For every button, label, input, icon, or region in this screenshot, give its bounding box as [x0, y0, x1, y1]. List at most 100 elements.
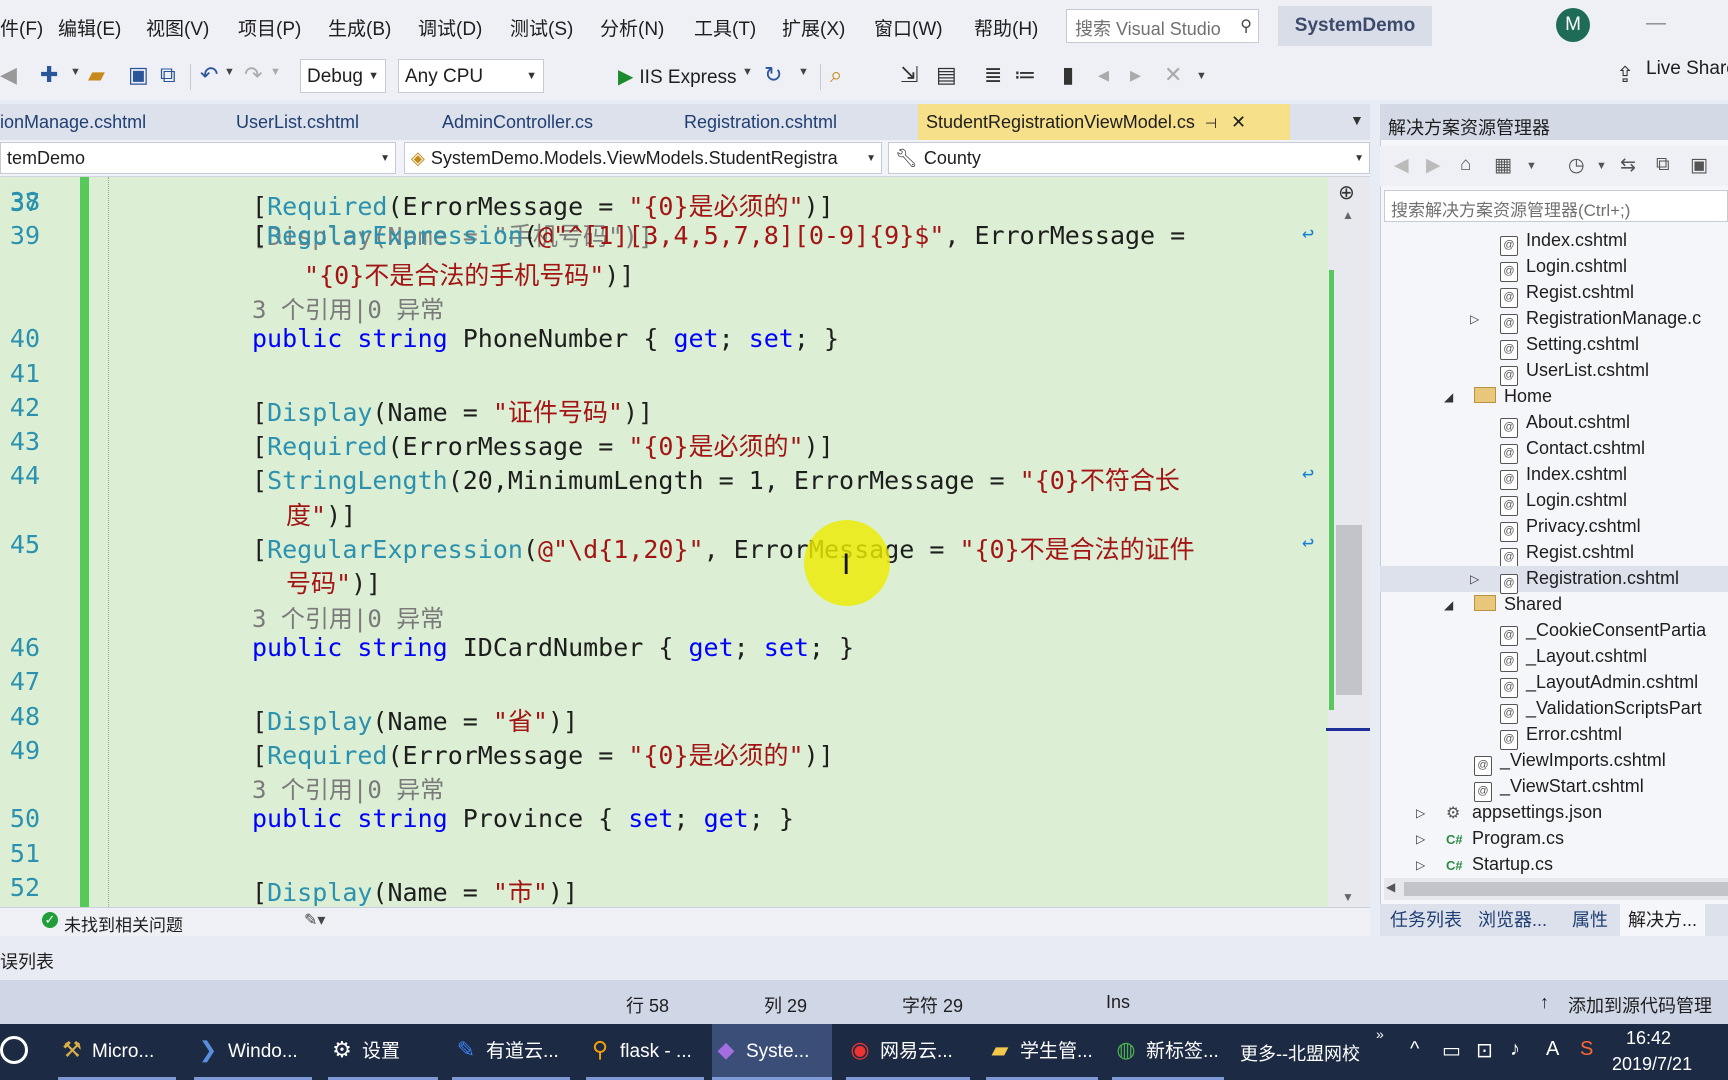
tree-item[interactable]: @ Contact.cshtml — [1380, 436, 1728, 464]
scroll-thumb[interactable] — [1336, 525, 1362, 695]
cortana-icon[interactable] — [0, 1036, 28, 1064]
redo-icon[interactable]: ↷ — [244, 62, 262, 88]
forward-icon[interactable]: ▶ — [1426, 154, 1441, 177]
solution-explorer-tab[interactable]: 解决方... — [1620, 904, 1706, 936]
battery-icon[interactable]: ▭ — [1442, 1038, 1461, 1063]
menu-item[interactable]: 件(F) — [0, 14, 43, 41]
app-tray-icon[interactable]: S — [1580, 1038, 1593, 1061]
menu-item[interactable]: 扩展(X) — [782, 14, 845, 41]
tree-item[interactable]: @ _LayoutAdmin.cshtml — [1380, 670, 1728, 698]
chevron-down-icon[interactable]: ▼ — [270, 66, 281, 78]
tab-registration-manage[interactable]: ionManage.cshtml — [0, 104, 220, 140]
menu-item[interactable]: 分析(N) — [600, 14, 664, 41]
brush-icon[interactable]: ✎▾ — [304, 910, 325, 930]
collapse-all-icon[interactable]: ⧉ — [1656, 154, 1670, 176]
solution-explorer-tab[interactable]: 任务列表 — [1382, 904, 1470, 936]
platform-select[interactable]: Any CPU ▼ — [398, 59, 544, 93]
chevron-down-icon[interactable]: ▼ — [1526, 160, 1537, 172]
bookmark-icon[interactable]: ▮ — [1062, 62, 1074, 88]
back-icon[interactable]: ◀ — [0, 62, 17, 88]
volume-icon[interactable]: ♪ — [1510, 1038, 1520, 1061]
tree-item[interactable]: @ About.cshtml — [1380, 410, 1728, 438]
scroll-down-icon[interactable]: ▼ — [1342, 890, 1354, 904]
tree-item[interactable]: @ UserList.cshtml — [1380, 358, 1728, 386]
sync-icon[interactable]: ⇆ — [1620, 154, 1636, 177]
tree-item[interactable]: ▷ ⚙ appsettings.json — [1380, 800, 1728, 826]
tree-item[interactable]: ▷ C# Startup.cs — [1380, 852, 1728, 876]
split-icon[interactable]: ⊕ — [1338, 180, 1355, 205]
collapsed-icon[interactable]: ▷ — [1470, 312, 1479, 326]
scroll-up-icon[interactable]: ▲ — [1342, 208, 1354, 222]
tree-item[interactable]: ▷ @ Registration.cshtml — [1380, 566, 1728, 594]
code-editor[interactable]: 37 [Display(Name = "手机号码")] 38 [Required(… — [0, 177, 1328, 907]
refresh-icon[interactable]: ↻ — [764, 62, 782, 88]
collapsed-icon[interactable]: ▷ — [1416, 858, 1425, 872]
tree-item[interactable]: @ Setting.cshtml — [1380, 332, 1728, 360]
taskbar-item[interactable]: ⚒ Micro... — [58, 1024, 176, 1080]
menu-item[interactable]: 调试(D) — [418, 14, 482, 41]
live-share-button[interactable]: Live Share — [1646, 58, 1728, 80]
project-select[interactable]: temDemo ▼ — [0, 142, 396, 174]
indent-icon[interactable]: ≣ — [984, 62, 1002, 88]
prev-bookmark-icon[interactable]: ◂ — [1098, 62, 1109, 88]
codelens[interactable]: 3 个引用|0 异常 — [252, 770, 444, 805]
taskbar-item[interactable]: ✎ 有道云... — [452, 1024, 570, 1080]
more-label[interactable]: 更多--北盟网校 — [1240, 1040, 1360, 1066]
tree-item[interactable]: @ Error.cshtml — [1380, 722, 1728, 750]
chevron-down-icon[interactable]: ▼ — [1596, 160, 1607, 172]
tree-item[interactable]: @ Index.cshtml — [1380, 228, 1728, 256]
tab-student-registration-view-model[interactable]: StudentRegistrationViewModel.cs ⊣ ✕ — [918, 104, 1290, 140]
tab-overflow-icon[interactable]: ▼ — [1350, 112, 1364, 128]
network-icon[interactable]: ⊡ — [1476, 1038, 1493, 1063]
clock-date[interactable]: 2019/7/21 — [1612, 1054, 1692, 1075]
minimize-icon[interactable]: — — [1646, 12, 1666, 35]
tab-admin-controller[interactable]: AdminController.cs — [442, 104, 652, 140]
new-project-icon[interactable]: ✚ — [40, 62, 58, 88]
chevron-down-icon[interactable]: ▼ — [798, 66, 809, 78]
tab-registration[interactable]: Registration.cshtml — [684, 104, 894, 140]
chevron-down-icon[interactable]: ▼ — [224, 66, 235, 78]
menu-item[interactable]: 帮助(H) — [974, 14, 1038, 41]
show-all-icon[interactable]: ▣ — [1690, 154, 1708, 177]
tree-item[interactable]: @ _Layout.cshtml — [1380, 644, 1728, 672]
vs-search-input[interactable]: 搜索 Visual Studio ⚲ — [1066, 9, 1259, 43]
tree-item[interactable]: @ Privacy.cshtml — [1380, 514, 1728, 542]
tree-item[interactable]: @ _ViewImports.cshtml — [1380, 748, 1728, 776]
chevron-down-icon[interactable]: ▼ — [70, 66, 81, 78]
chevron-down-icon[interactable]: ▼ — [1196, 70, 1207, 82]
collapsed-icon[interactable]: ▷ — [1470, 572, 1479, 586]
ime-icon[interactable]: A — [1546, 1038, 1559, 1061]
tree-item[interactable]: ◢ Shared — [1380, 592, 1728, 618]
taskbar-item[interactable]: ◉ 网易云... — [846, 1024, 970, 1080]
source-control-button[interactable]: 添加到源代码管理 — [1568, 992, 1712, 1018]
tree-item[interactable]: @ Login.cshtml — [1380, 254, 1728, 282]
panel-title[interactable]: 误列表 — [0, 948, 54, 974]
taskbar-item[interactable]: ⚙ 设置 — [328, 1024, 438, 1080]
taskbar-item[interactable]: ❯ Windo... — [194, 1024, 312, 1080]
tab-user-list[interactable]: UserList.cshtml — [236, 104, 426, 140]
taskbar-item[interactable]: ▰ 学生管... — [986, 1024, 1098, 1080]
expanded-icon[interactable]: ◢ — [1444, 390, 1453, 404]
undo-icon[interactable]: ↶ — [200, 62, 218, 88]
menu-item[interactable]: 编辑(E) — [58, 14, 121, 41]
clear-bookmark-icon[interactable]: ✕ — [1164, 62, 1182, 88]
clock-time[interactable]: 16:42 — [1626, 1028, 1671, 1049]
tree-item[interactable]: @ Regist.cshtml — [1380, 280, 1728, 308]
type-select[interactable]: ◈ SystemDemo.Models.ViewModels.StudentReg… — [404, 142, 882, 174]
solution-search-input[interactable]: 搜索解决方案资源管理器(Ctrl+;) — [1384, 190, 1728, 222]
member-select[interactable]: 🔧︎ County ▼ — [888, 142, 1370, 174]
menu-item[interactable]: 窗口(W) — [874, 14, 943, 41]
solution-explorer-tab[interactable]: 属性 — [1564, 904, 1616, 936]
tree-item[interactable]: ▷ C# Program.cs — [1380, 826, 1728, 852]
codelens[interactable]: 3 个引用|0 异常 — [252, 599, 444, 634]
tree-item[interactable]: ▷ @ RegistrationManage.c — [1380, 306, 1728, 334]
next-bookmark-icon[interactable]: ▸ — [1130, 62, 1141, 88]
back-icon[interactable]: ◀ — [1394, 154, 1409, 177]
tree-item[interactable]: @ Login.cshtml — [1380, 488, 1728, 516]
pending-changes-icon[interactable]: ◷ — [1568, 154, 1585, 177]
save-all-icon[interactable]: ⧉ — [160, 62, 176, 88]
menu-item[interactable]: 生成(B) — [328, 14, 391, 41]
find-icon[interactable]: ⌕ — [830, 62, 842, 88]
tree-item[interactable]: @ _ValidationScriptsPart — [1380, 696, 1728, 724]
collapsed-icon[interactable]: ▷ — [1416, 832, 1425, 846]
